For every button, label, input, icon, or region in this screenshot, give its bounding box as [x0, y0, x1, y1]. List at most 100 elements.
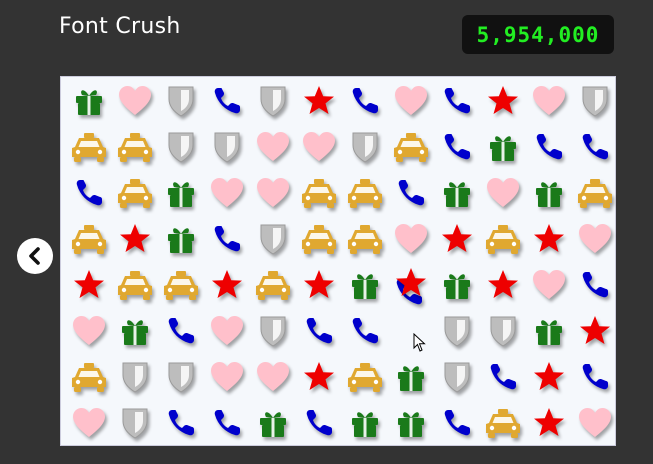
- tile-phone[interactable]: [434, 400, 480, 446]
- tile-star[interactable]: [526, 216, 572, 262]
- tile-taxi[interactable]: [112, 262, 158, 308]
- tile-shield[interactable]: [204, 124, 250, 170]
- tile-phone[interactable]: [204, 216, 250, 262]
- tile-star[interactable]: [66, 262, 112, 308]
- tile-gift[interactable]: [434, 262, 480, 308]
- tile-taxi[interactable]: [342, 170, 388, 216]
- tile-star[interactable]: [526, 400, 572, 446]
- tile-star[interactable]: [112, 216, 158, 262]
- tile-phone[interactable]: [204, 400, 250, 446]
- tile-shield[interactable]: [342, 124, 388, 170]
- tile-phone[interactable]: [342, 78, 388, 124]
- tile-taxi[interactable]: [572, 170, 618, 216]
- tile-gift[interactable]: [250, 400, 296, 446]
- tile-shield[interactable]: [250, 216, 296, 262]
- tile-phone[interactable]: [572, 124, 618, 170]
- tile-star-falling[interactable]: [388, 262, 434, 308]
- tile-phone[interactable]: [296, 400, 342, 446]
- tile-heart[interactable]: [296, 124, 342, 170]
- tile-phone[interactable]: [526, 124, 572, 170]
- tile-taxi[interactable]: [250, 262, 296, 308]
- tile-heart[interactable]: [572, 400, 618, 446]
- tile-heart[interactable]: [250, 170, 296, 216]
- tile-gift[interactable]: [158, 216, 204, 262]
- tile-heart[interactable]: [526, 262, 572, 308]
- tile-heart[interactable]: [204, 170, 250, 216]
- tile-star[interactable]: [572, 308, 618, 354]
- tile-phone[interactable]: [388, 170, 434, 216]
- tile-shield[interactable]: [158, 124, 204, 170]
- tile-gift[interactable]: [66, 78, 112, 124]
- tile-taxi[interactable]: [342, 354, 388, 400]
- tile-taxi[interactable]: [66, 354, 112, 400]
- empty-tile[interactable]: [388, 308, 434, 354]
- tile-taxi[interactable]: [296, 216, 342, 262]
- tile-taxi[interactable]: [296, 170, 342, 216]
- tile-heart[interactable]: [388, 216, 434, 262]
- tile-gift[interactable]: [158, 170, 204, 216]
- tile-star[interactable]: [480, 262, 526, 308]
- tile-gift[interactable]: [342, 262, 388, 308]
- tile-phone[interactable]: [434, 124, 480, 170]
- tile-heart[interactable]: [112, 78, 158, 124]
- tile-heart[interactable]: [66, 400, 112, 446]
- tile-taxi[interactable]: [342, 216, 388, 262]
- tile-phone[interactable]: [434, 78, 480, 124]
- tile-shield[interactable]: [434, 308, 480, 354]
- tile-gift[interactable]: [388, 354, 434, 400]
- tile-star[interactable]: [480, 78, 526, 124]
- tile-phone[interactable]: [66, 170, 112, 216]
- tile-star[interactable]: [434, 216, 480, 262]
- tile-taxi[interactable]: [66, 216, 112, 262]
- back-button[interactable]: [17, 238, 53, 274]
- tile-gift[interactable]: [434, 170, 480, 216]
- tile-shield[interactable]: [158, 78, 204, 124]
- tile-phone[interactable]: [296, 308, 342, 354]
- tile-shield[interactable]: [572, 78, 618, 124]
- tile-gift[interactable]: [526, 170, 572, 216]
- tile-shield[interactable]: [158, 354, 204, 400]
- tile-shield[interactable]: [250, 308, 296, 354]
- phone-icon: [165, 407, 197, 439]
- tile-taxi[interactable]: [480, 216, 526, 262]
- tile-gift[interactable]: [526, 308, 572, 354]
- tile-phone[interactable]: [158, 400, 204, 446]
- tile-heart[interactable]: [480, 170, 526, 216]
- tile-shield[interactable]: [112, 354, 158, 400]
- tile-taxi[interactable]: [112, 124, 158, 170]
- tile-gift[interactable]: [388, 400, 434, 446]
- tile-phone[interactable]: [158, 308, 204, 354]
- tile-heart[interactable]: [250, 354, 296, 400]
- tile-gift[interactable]: [480, 124, 526, 170]
- shield-icon: [166, 360, 196, 394]
- tile-star[interactable]: [296, 78, 342, 124]
- tile-heart[interactable]: [204, 308, 250, 354]
- tile-shield[interactable]: [480, 308, 526, 354]
- tile-heart[interactable]: [388, 78, 434, 124]
- tile-shield[interactable]: [112, 400, 158, 446]
- game-board: [60, 76, 616, 446]
- tile-gift[interactable]: [112, 308, 158, 354]
- tile-heart[interactable]: [526, 78, 572, 124]
- tile-heart[interactable]: [250, 124, 296, 170]
- tile-star[interactable]: [296, 262, 342, 308]
- tile-heart[interactable]: [204, 354, 250, 400]
- tile-phone[interactable]: [480, 354, 526, 400]
- tile-heart[interactable]: [572, 216, 618, 262]
- tile-shield[interactable]: [434, 354, 480, 400]
- tile-phone[interactable]: [572, 262, 618, 308]
- tile-taxi[interactable]: [112, 170, 158, 216]
- tile-heart[interactable]: [66, 308, 112, 354]
- tile-shield[interactable]: [250, 78, 296, 124]
- tile-phone[interactable]: [342, 308, 388, 354]
- tile-star[interactable]: [296, 354, 342, 400]
- tile-taxi[interactable]: [158, 262, 204, 308]
- tile-phone[interactable]: [572, 354, 618, 400]
- tile-taxi[interactable]: [388, 124, 434, 170]
- tile-gift[interactable]: [342, 400, 388, 446]
- tile-star[interactable]: [204, 262, 250, 308]
- tile-star[interactable]: [526, 354, 572, 400]
- tile-phone[interactable]: [204, 78, 250, 124]
- tile-taxi[interactable]: [66, 124, 112, 170]
- tile-taxi[interactable]: [480, 400, 526, 446]
